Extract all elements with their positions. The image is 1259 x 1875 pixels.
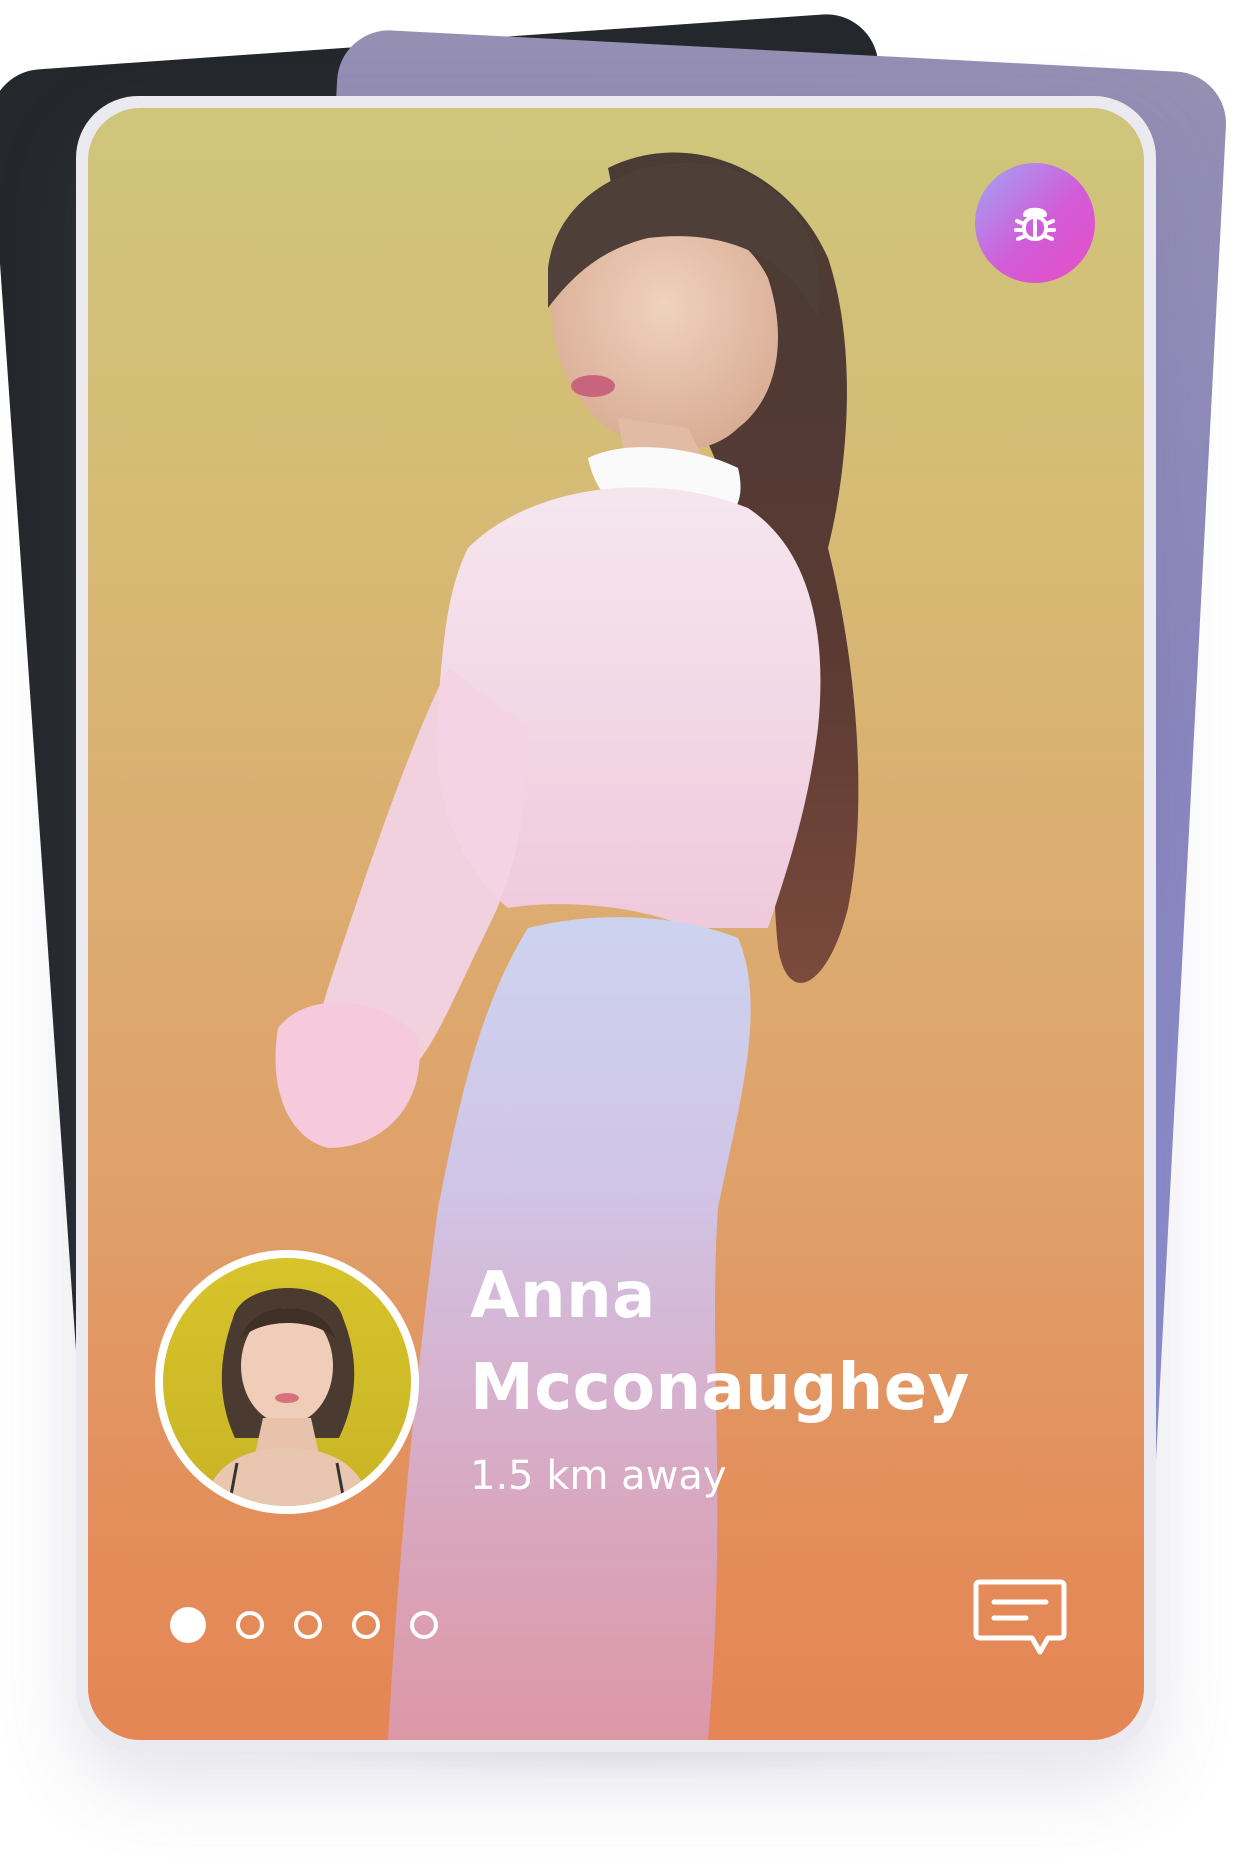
- chat-button[interactable]: [968, 1572, 1072, 1668]
- chat-bubble-icon: [973, 1579, 1067, 1655]
- bug-icon: [1014, 207, 1056, 241]
- avatar[interactable]: [155, 1250, 419, 1514]
- pagination-dot[interactable]: [294, 1611, 322, 1639]
- pagination-dot[interactable]: [236, 1611, 264, 1639]
- profile-name: Anna Mcconaughey: [470, 1250, 1030, 1434]
- pagination-dot[interactable]: [170, 1607, 206, 1643]
- pagination-dot[interactable]: [410, 1611, 438, 1639]
- profile-first-name: Anna: [470, 1259, 656, 1333]
- avatar-photo: [163, 1258, 411, 1506]
- avatar-illustration: [203, 1288, 371, 1506]
- report-bug-button[interactable]: [975, 163, 1095, 283]
- profile-card-stack: Anna Mcconaughey 1.5 km away: [0, 0, 1259, 1875]
- profile-distance: 1.5 km away: [470, 1453, 727, 1499]
- photo-pagination: [170, 1607, 438, 1643]
- profile-last-name: Mcconaughey: [470, 1351, 970, 1425]
- pagination-dot[interactable]: [352, 1611, 380, 1639]
